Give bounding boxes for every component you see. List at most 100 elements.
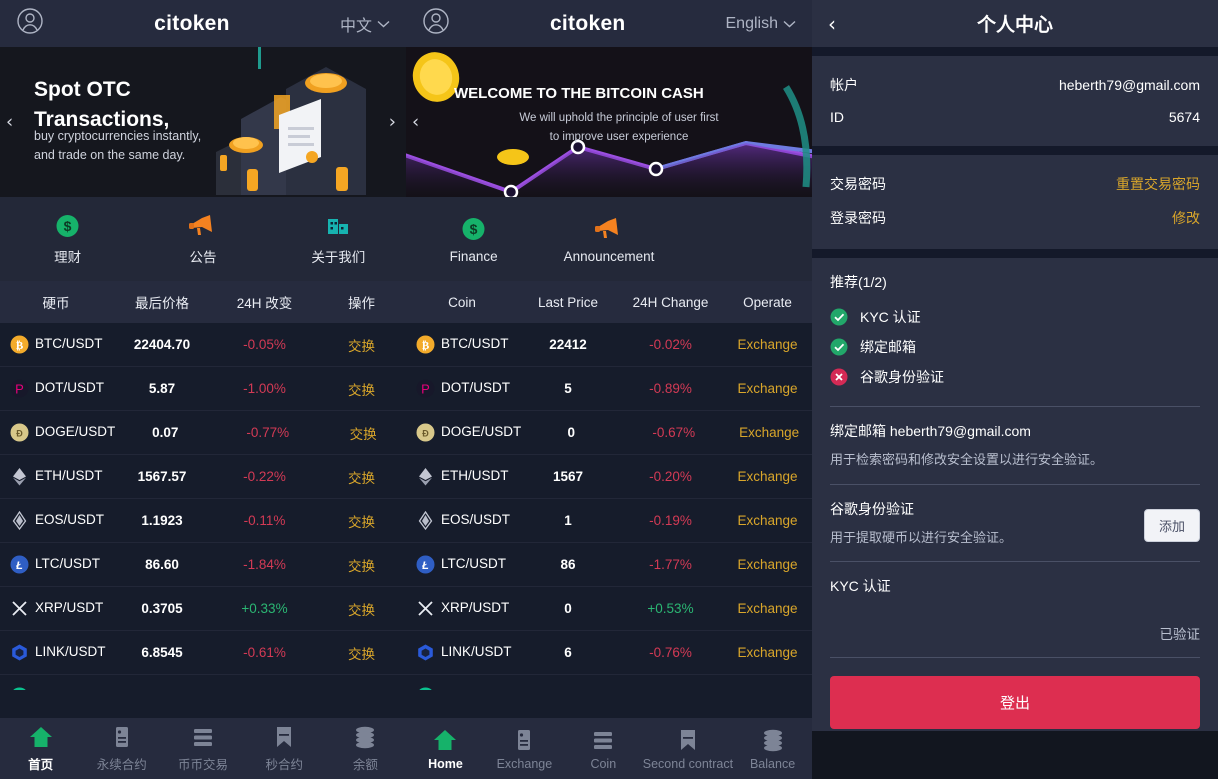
left-market-table[interactable]: ₿ BTC/USDT 22404.70 -0.05% 交换 P DOT/USDT 5.87 -1… [0, 323, 406, 690]
exchange-action-button[interactable]: 交换 [317, 599, 406, 619]
page-title: 个人中心 [976, 15, 1053, 36]
left-banner-carousel[interactable]: Spot OTC Transactions, buy cryptocurrenc… [0, 47, 406, 197]
dot-icon: P [10, 379, 29, 398]
svg-text:Ð: Ð [16, 429, 23, 439]
user-circle-icon[interactable] [422, 7, 450, 40]
quick-link-announcement[interactable]: Announcement [541, 215, 676, 264]
nav-item-exchange[interactable]: Exchange [485, 727, 564, 771]
exchange-action-button[interactable]: Exchange [723, 689, 812, 690]
mid-table-header: Coin Last Price 24H Change Operate [406, 281, 812, 323]
table-row[interactable]: XRP/USDT 0 +0.53% Exchange [406, 587, 812, 631]
svg-text:$: $ [470, 221, 478, 237]
coin-name: EOS/USDT [35, 512, 105, 528]
table-row[interactable]: Ł LTC/USDT 86 -1.77% Exchange [406, 543, 812, 587]
table-row[interactable]: P DOT/USDT 5.87 -1.00% 交换 [0, 367, 406, 411]
banner-prev-icon[interactable]: ‹ [6, 112, 13, 133]
nav-item-second-contract[interactable]: Second contract [643, 727, 733, 771]
nav-item-coin[interactable]: Coin [564, 727, 643, 771]
id-value: 5674 [1168, 109, 1200, 125]
modify-login-password-link[interactable]: 修改 [1172, 208, 1200, 228]
language-selector-english[interactable]: English [726, 15, 796, 33]
svg-text:₿: ₿ [422, 340, 430, 352]
exchange-icon [194, 729, 212, 746]
reset-trade-password-link[interactable]: 重置交易密码 [1116, 174, 1200, 194]
user-circle-icon[interactable] [16, 7, 44, 40]
trade-password-label: 交易密码 [830, 176, 886, 192]
quick-link-about-us[interactable]: 关于我们 [271, 212, 406, 266]
table-row[interactable]: Ð DOGE/USDT 0 -0.67% Exchange [406, 411, 812, 455]
exchange-action-button[interactable]: Exchange [726, 425, 812, 440]
exchange-action-button[interactable]: Exchange [723, 601, 812, 616]
nav-item-balance[interactable]: Balance [733, 727, 812, 771]
cell-coin: ₿ BTC/USDT [0, 335, 112, 354]
table-row[interactable]: EOS/USDT 1 -0.19% Exchange [406, 499, 812, 543]
chevron-down-icon [377, 20, 390, 27]
table-row[interactable]: ฿ BCH/USDT 124-0.52%Exchange [406, 675, 812, 690]
mid-market-table[interactable]: ₿ BTC/USDT 22412 -0.02% Exchange P DOT/USDT 5 -0… [406, 323, 812, 690]
language-selector-chinese[interactable]: 中文 [340, 12, 390, 36]
table-row[interactable]: Ð DOGE/USDT 0.07 -0.77% 交换 [0, 411, 406, 455]
exchange-action-button[interactable]: 交换 [317, 379, 406, 399]
table-row[interactable]: XRP/USDT 0.3705 +0.33% 交换 [0, 587, 406, 631]
cell-coin: LINK/USDT [0, 643, 112, 662]
cell-last-price: 5 [564, 381, 572, 396]
quick-link-announcement[interactable]: 公告 [135, 212, 270, 266]
recommend-item[interactable]: 谷歌身份验证 [830, 362, 1200, 392]
cell-24h-change: +0.53% [647, 601, 694, 616]
table-row[interactable]: Ł LTC/USDT 86.60 -1.84% 交换 [0, 543, 406, 587]
cell-coin: LINK/USDT [406, 643, 518, 662]
exchange-action-button[interactable]: 交换 [317, 687, 406, 691]
table-row[interactable]: P DOT/USDT 5 -0.89% Exchange [406, 367, 812, 411]
exchange-action-button[interactable]: 交换 [317, 555, 406, 575]
logout-button[interactable]: 登出 [830, 676, 1200, 729]
banner-next-icon[interactable]: › [389, 112, 396, 133]
nav-item-home[interactable]: Home [406, 727, 485, 771]
exchange-action-button[interactable]: Exchange [723, 645, 812, 660]
table-row[interactable]: ETH/USDT 1567 -0.20% Exchange [406, 455, 812, 499]
exchange-action-button[interactable]: 交换 [320, 423, 406, 443]
exchange-action-button[interactable]: 交换 [317, 643, 406, 663]
quick-link-label: 公告 [189, 250, 217, 265]
mid-banner-carousel[interactable]: WELCOME TO THE BITCOIN CASH We will upho… [406, 47, 812, 197]
table-row[interactable]: ₿ BTC/USDT 22404.70 -0.05% 交换 [0, 323, 406, 367]
cell-last-price: 6.8545 [141, 645, 183, 660]
account-row: 帐户 heberth79@gmail.com [830, 68, 1200, 102]
column-header-price: Last Price [537, 294, 599, 310]
nav-item-秒合约[interactable]: 秒合约 [244, 724, 325, 773]
table-row[interactable]: ₿ BTC/USDT 22412 -0.02% Exchange [406, 323, 812, 367]
quick-link-finance[interactable]: $ 理财 [0, 212, 135, 266]
exchange-action-button[interactable]: Exchange [723, 337, 812, 352]
banner-prev-icon[interactable]: ‹ [412, 112, 419, 133]
table-row[interactable]: ฿ BCH/USDT 124.11-0.62%交换 [0, 675, 406, 690]
mid-bottom-nav: Home Exchange Coin Second contract Balance [406, 718, 812, 779]
nav-item-币币交易[interactable]: 币币交易 [162, 724, 243, 773]
exchange-action-button[interactable]: 交换 [317, 467, 406, 487]
brand-title: citoken [154, 11, 230, 35]
coin-name: LTC/USDT [35, 556, 101, 572]
quick-link-finance[interactable]: $ Finance [406, 215, 541, 264]
home-icon [29, 727, 52, 747]
nav-item-首页[interactable]: 首页 [0, 724, 81, 773]
table-row[interactable]: LINK/USDT 6 -0.76% Exchange [406, 631, 812, 675]
mid-app-header: citoken English [406, 0, 812, 47]
table-row[interactable]: EOS/USDT 1.1923 -0.11% 交换 [0, 499, 406, 543]
add-google-authenticator-button[interactable]: 添加 [1143, 508, 1200, 542]
recommend-item[interactable]: 绑定邮箱 [830, 332, 1200, 362]
exchange-action-button[interactable]: 交换 [317, 335, 406, 355]
exchange-action-button[interactable]: Exchange [723, 469, 812, 484]
exchange-action-button[interactable]: Exchange [723, 557, 812, 572]
nav-item-永续合约[interactable]: 永续合约 [81, 724, 162, 773]
cell-24h-change: -0.20% [649, 469, 692, 484]
exchange-action-button[interactable]: 交换 [317, 511, 406, 531]
table-row[interactable]: LINK/USDT 6.8545 -0.61% 交换 [0, 631, 406, 675]
recommend-item[interactable]: KYC 认证 [830, 302, 1200, 332]
exchange-action-button[interactable]: Exchange [723, 513, 812, 528]
table-row[interactable]: ETH/USDT 1567.57 -0.22% 交换 [0, 455, 406, 499]
cell-24h-change: -1.00% [243, 381, 286, 396]
bch-icon: ฿ [13, 687, 26, 690]
exchange-action-button[interactable]: Exchange [723, 381, 812, 396]
nav-item-余额[interactable]: 余额 [325, 724, 406, 773]
back-chevron-left-icon[interactable]: ‹ [828, 12, 836, 36]
link-icon [418, 644, 433, 661]
cell-last-price: 86.60 [145, 557, 179, 572]
